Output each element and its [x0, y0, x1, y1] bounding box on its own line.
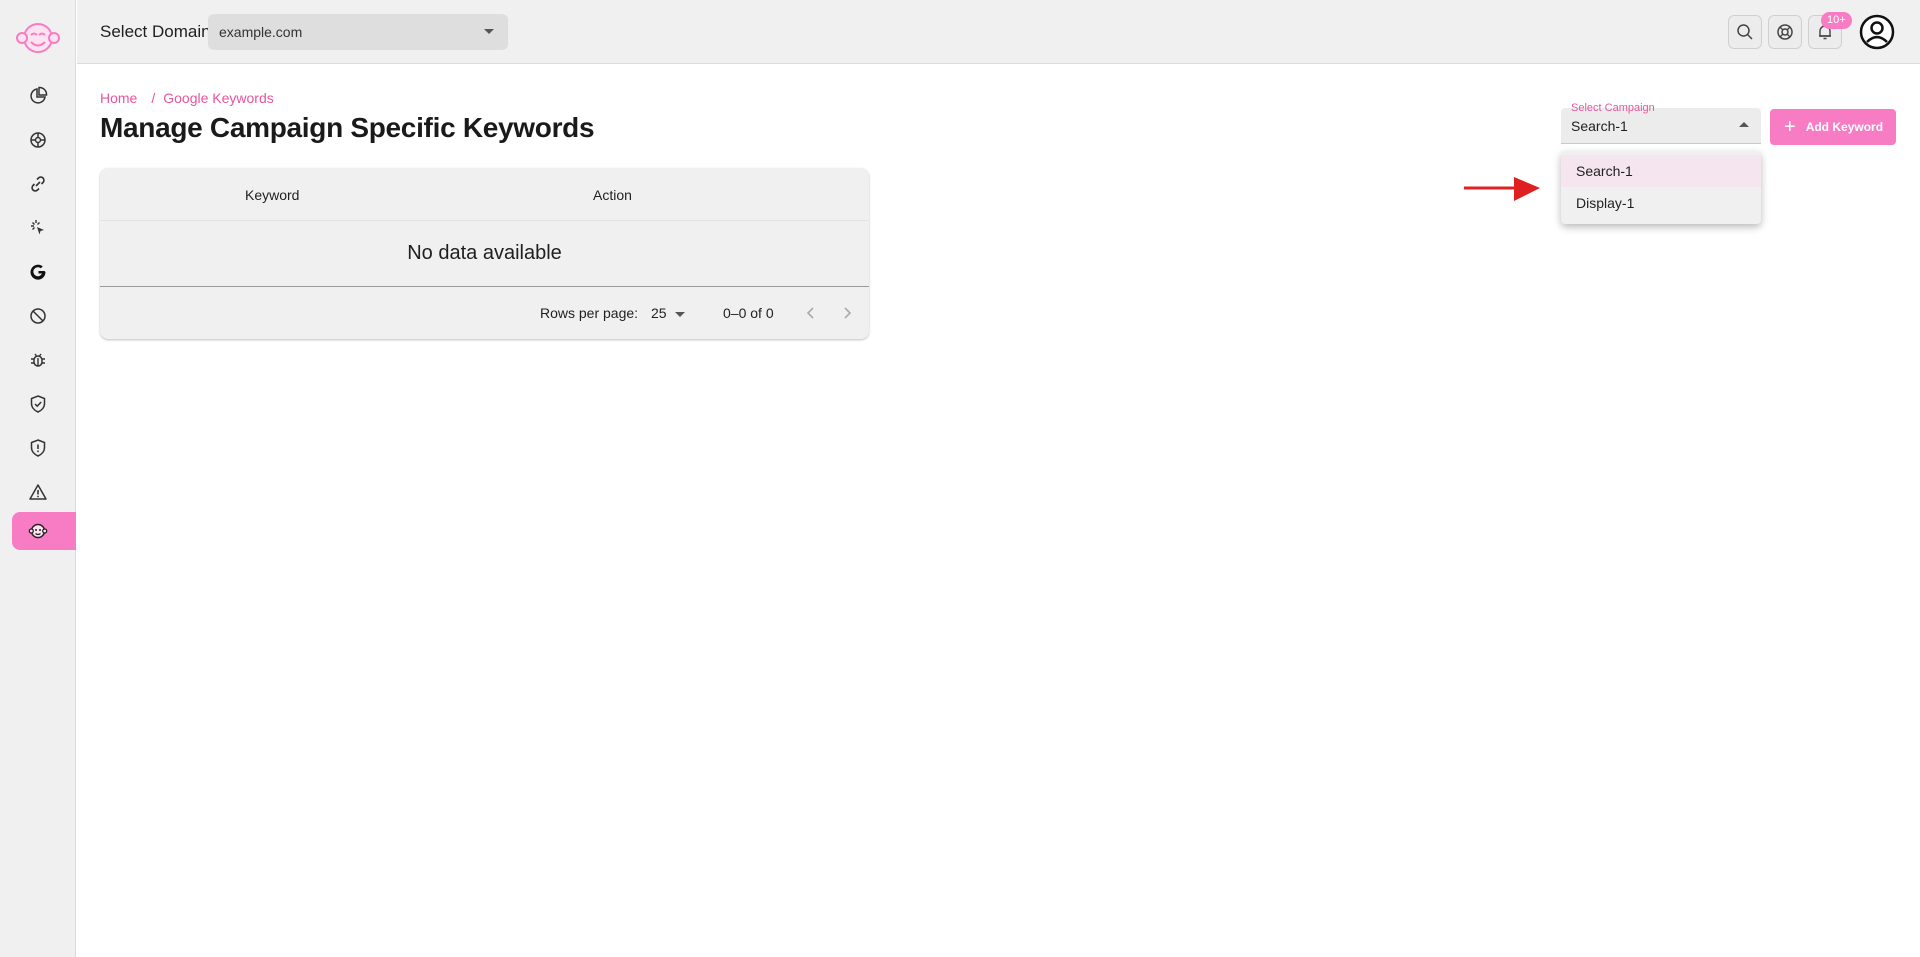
table-header: Keyword Action	[100, 168, 869, 221]
sidebar-item-alerts[interactable]	[12, 473, 76, 511]
chevron-down-icon[interactable]	[675, 312, 685, 317]
sidebar-item-monkey[interactable]	[12, 512, 76, 550]
campaign-option-display-1[interactable]: Display-1	[1561, 187, 1761, 219]
empty-state-text: No data available	[407, 242, 562, 264]
settings-wheel-icon	[30, 132, 46, 148]
chevron-right-icon	[844, 307, 852, 319]
campaign-select-value: Search-1	[1571, 118, 1628, 134]
shield-alert-icon	[30, 439, 46, 457]
sidebar-item-protection[interactable]	[12, 385, 76, 423]
red-arrow-icon	[1464, 177, 1540, 201]
top-header: Select Domain example.com 10+	[77, 0, 1920, 64]
add-keyword-button[interactable]: + Add Keyword	[1770, 109, 1896, 145]
click-icon	[31, 220, 44, 235]
sidebar	[0, 0, 76, 957]
lifebuoy-icon	[1777, 24, 1793, 40]
add-keyword-label: Add Keyword	[1805, 120, 1884, 134]
help-button[interactable]	[1768, 15, 1802, 49]
plus-icon: +	[1784, 116, 1796, 138]
previous-page-button[interactable]	[797, 299, 825, 327]
chevron-left-icon	[806, 307, 814, 319]
chevron-up-icon	[1739, 122, 1749, 127]
user-avatar-icon[interactable]	[1859, 14, 1895, 50]
google-icon	[30, 264, 46, 280]
campaign-option-search-1[interactable]: Search-1	[1561, 155, 1761, 187]
sidebar-item-links[interactable]	[12, 165, 76, 203]
search-button[interactable]	[1728, 15, 1762, 49]
sidebar-item-blocked[interactable]	[12, 297, 76, 335]
chevron-down-icon	[484, 29, 494, 34]
domain-select-value: example.com	[219, 24, 303, 40]
pagination-range: 0–0 of 0	[723, 305, 774, 321]
next-page-button[interactable]	[833, 299, 861, 327]
sidebar-item-bots[interactable]	[12, 341, 76, 379]
sidebar-item-settings[interactable]	[12, 121, 76, 159]
search-icon	[1737, 24, 1753, 40]
warning-icon	[29, 484, 47, 500]
shield-check-icon	[30, 395, 46, 413]
campaign-select-label: Select Campaign	[1571, 102, 1655, 114]
notification-badge: 10+	[1821, 12, 1852, 29]
table-pagination: Rows per page: 25 0–0 of 0	[100, 287, 869, 339]
breadcrumb-current[interactable]: Google Keywords	[163, 90, 274, 106]
page-title: Manage Campaign Specific Keywords	[100, 112, 595, 143]
monkey-icon	[28, 523, 48, 539]
sidebar-item-google[interactable]	[12, 253, 76, 291]
rows-per-page-select[interactable]: 25	[651, 305, 667, 321]
pie-chart-icon	[30, 86, 48, 104]
campaign-dropdown-menu: Search-1 Display-1	[1561, 151, 1761, 224]
column-header-action: Action	[593, 187, 632, 203]
logo-icon	[16, 23, 60, 53]
column-header-keyword: Keyword	[245, 187, 300, 203]
sidebar-item-clicks[interactable]	[12, 209, 76, 247]
link-icon	[31, 176, 45, 192]
breadcrumb-home-link[interactable]: Home	[100, 90, 137, 106]
domain-select[interactable]: example.com	[208, 14, 508, 50]
keywords-table: Keyword Action No data available Rows pe…	[100, 168, 869, 339]
sidebar-item-threats[interactable]	[12, 429, 76, 467]
sidebar-item-dashboard[interactable]	[12, 77, 76, 115]
rows-per-page-label: Rows per page:	[540, 305, 639, 321]
breadcrumb: Home / Google Keywords	[100, 90, 280, 106]
breadcrumb-separator: /	[151, 90, 156, 106]
domain-label: Select Domain	[100, 22, 211, 41]
block-icon	[30, 308, 46, 324]
bug-icon	[31, 353, 45, 367]
